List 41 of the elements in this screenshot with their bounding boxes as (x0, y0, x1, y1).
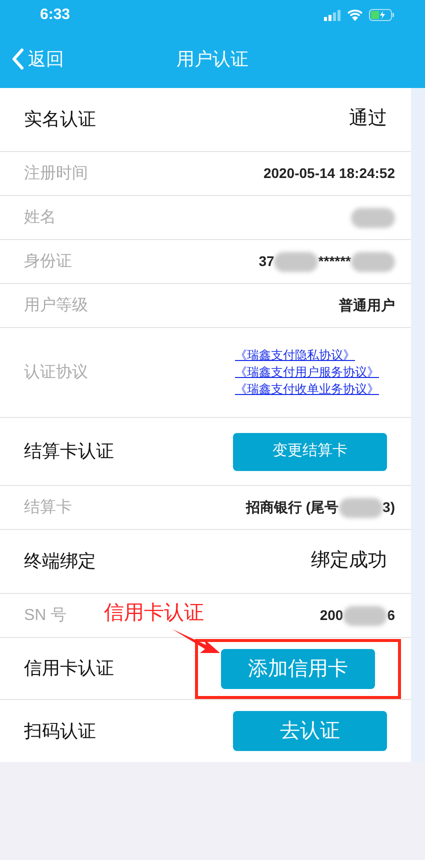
back-chevron-icon (12, 48, 24, 70)
field-label: SN 号 (24, 606, 67, 626)
wifi-icon (347, 9, 363, 21)
field-value: 绑定成功 (311, 549, 387, 574)
field-value: 37 (258, 252, 274, 271)
field-label: 用户等级 (24, 296, 88, 316)
field-label: 注册时间 (24, 164, 88, 184)
field-value: 招商银行 (尾号 (246, 498, 339, 517)
field-label: 认证协议 (24, 362, 88, 382)
field-label: 姓名 (24, 208, 56, 228)
field-label: 结算卡 (24, 498, 72, 518)
field-value: 200 (320, 606, 344, 625)
field-value: 通过 (349, 107, 387, 132)
redaction-blur (351, 252, 395, 272)
field-value: 2020-05-14 18:24:52 (263, 164, 395, 183)
agreement-link[interactable]: 《瑞鑫支付用户服务协议》 (235, 364, 379, 381)
section-title: 终端绑定 (24, 550, 96, 573)
section-title: 扫码认证 (24, 720, 96, 742)
battery-icon (369, 9, 395, 21)
back-button[interactable]: 返回 (0, 46, 64, 72)
action-button[interactable]: 去认证 (233, 711, 387, 751)
action-button[interactable]: 变更结算卡 (233, 432, 387, 470)
field-value: ****** (318, 252, 351, 271)
field-value: 3) (382, 498, 395, 517)
section-title: 结算卡认证 (24, 440, 114, 463)
page-title: 用户认证 (176, 48, 248, 70)
annotation-label: 信用卡认证 (104, 601, 204, 626)
agreement-link[interactable]: 《瑞鑫支付隐私协议》 (235, 347, 355, 364)
section-title: 实名认证 (24, 108, 96, 131)
action-button[interactable]: 添加信用卡 (221, 648, 375, 688)
field-value: 普通用户 (339, 296, 395, 315)
section-title: 信用卡认证 (24, 657, 114, 680)
signal-icon (324, 10, 341, 20)
status-time: 6:33 (40, 4, 70, 25)
agreement-link[interactable]: 《瑞鑫支付收单业务协议》 (235, 381, 379, 398)
redaction-blur (338, 498, 383, 518)
redaction-blur (351, 208, 395, 228)
field-value: 6 (387, 606, 395, 625)
redaction-blur (343, 606, 388, 626)
field-label: 身份证 (24, 252, 72, 272)
redaction-blur (274, 252, 318, 272)
